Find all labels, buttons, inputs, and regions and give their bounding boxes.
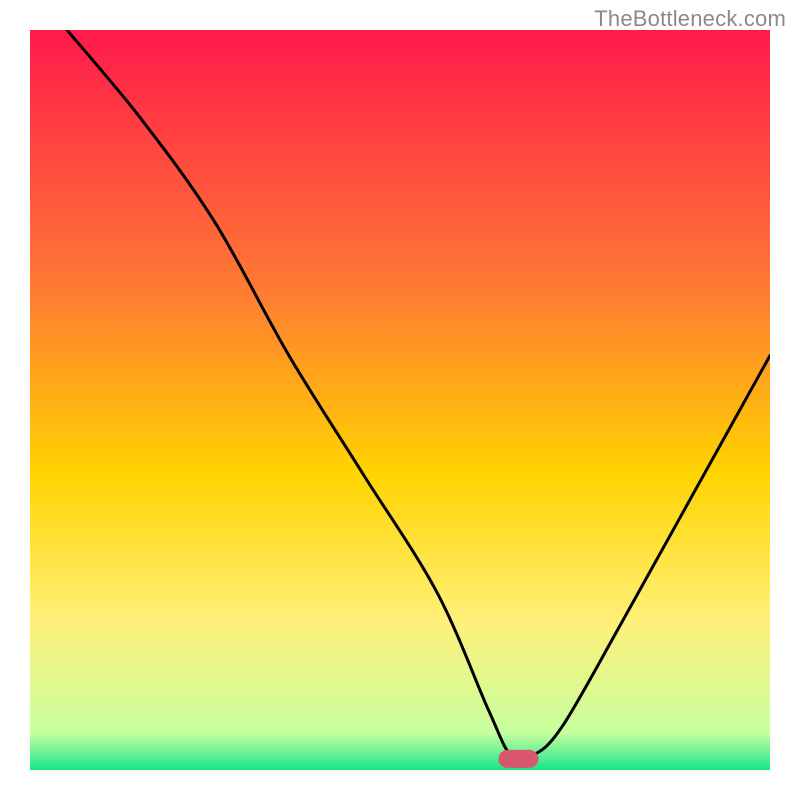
attribution-text: TheBottleneck.com xyxy=(594,6,786,32)
bottleneck-chart xyxy=(0,0,800,800)
plot-background xyxy=(30,30,770,770)
chart-stage: TheBottleneck.com xyxy=(0,0,800,800)
optimum-marker xyxy=(498,750,538,768)
